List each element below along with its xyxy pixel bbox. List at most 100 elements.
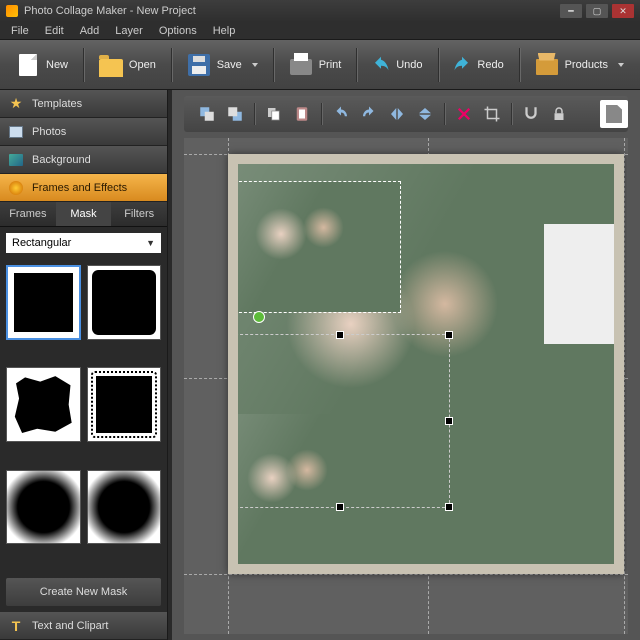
new-file-icon xyxy=(16,53,40,77)
paste-button[interactable] xyxy=(289,101,315,127)
chevron-down-icon: ▼ xyxy=(146,238,155,248)
mask-thumb[interactable] xyxy=(6,265,81,340)
new-label: New xyxy=(46,59,68,71)
canvas-toolbar xyxy=(184,96,628,132)
separator xyxy=(444,103,445,125)
main-area: ★ Templates Photos Background Frames and… xyxy=(0,90,640,640)
star-icon: ★ xyxy=(8,96,24,112)
redo-label: Redo xyxy=(477,59,503,71)
dropdown-value: Rectangular xyxy=(12,237,71,249)
photo-icon xyxy=(8,124,24,140)
box-icon xyxy=(535,53,559,77)
collage-photo[interactable] xyxy=(238,414,370,564)
undo-label: Undo xyxy=(396,59,422,71)
sidebar-item-photos[interactable]: Photos xyxy=(0,118,167,146)
minimize-button[interactable]: ━ xyxy=(560,4,582,18)
guide-line xyxy=(624,138,625,634)
undo-button[interactable]: Undo xyxy=(364,52,430,78)
printer-icon xyxy=(289,53,313,77)
background-label: Background xyxy=(32,154,91,166)
sidebar-item-background[interactable]: Background xyxy=(0,146,167,174)
sidebar-item-text-clipart[interactable]: T Text and Clipart xyxy=(0,612,167,640)
sidebar-item-templates[interactable]: ★ Templates xyxy=(0,90,167,118)
page-properties-button[interactable] xyxy=(600,100,628,128)
frames-effects-label: Frames and Effects xyxy=(32,182,127,194)
separator xyxy=(511,103,512,125)
sidebar: ★ Templates Photos Background Frames and… xyxy=(0,90,168,640)
open-button[interactable]: Open xyxy=(91,49,164,81)
frames-effects-panel: Frames Mask Filters Rectangular ▼ Create… xyxy=(0,202,167,612)
flip-vertical-button[interactable] xyxy=(412,101,438,127)
templates-label: Templates xyxy=(32,98,82,110)
canvas-area xyxy=(172,90,640,640)
flip-horizontal-button[interactable] xyxy=(384,101,410,127)
menu-help[interactable]: Help xyxy=(206,23,243,39)
copy-button[interactable] xyxy=(261,101,287,127)
collage-photo[interactable] xyxy=(238,182,400,312)
text-clipart-label: Text and Clipart xyxy=(32,620,108,632)
save-button[interactable]: Save xyxy=(179,49,266,81)
mask-shape-dropdown[interactable]: Rectangular ▼ xyxy=(6,233,161,253)
menu-options[interactable]: Options xyxy=(152,23,204,39)
crop-button[interactable] xyxy=(479,101,505,127)
accordion: ★ Templates Photos Background Frames and… xyxy=(0,90,167,202)
redo-arrow-icon xyxy=(453,56,471,74)
close-button[interactable]: ✕ xyxy=(612,4,634,18)
separator xyxy=(254,103,255,125)
guide-line xyxy=(184,574,628,575)
collage-background xyxy=(238,164,614,564)
separator xyxy=(519,48,520,82)
undo-arrow-icon xyxy=(372,56,390,74)
delete-button[interactable] xyxy=(451,101,477,127)
menu-edit[interactable]: Edit xyxy=(38,23,71,39)
rotate-right-button[interactable] xyxy=(356,101,382,127)
chevron-down-icon xyxy=(618,63,624,67)
mask-thumb[interactable] xyxy=(87,367,162,442)
window-controls: ━ ▢ ✕ xyxy=(560,4,634,18)
new-button[interactable]: New xyxy=(8,49,76,81)
lock-button[interactable] xyxy=(546,101,572,127)
send-back-button[interactable] xyxy=(222,101,248,127)
tab-mask[interactable]: Mask xyxy=(56,202,112,226)
bring-front-button[interactable] xyxy=(194,101,220,127)
open-label: Open xyxy=(129,59,156,71)
products-button[interactable]: Products xyxy=(527,49,632,81)
app-icon xyxy=(6,5,18,17)
print-button[interactable]: Print xyxy=(281,49,350,81)
floppy-disk-icon xyxy=(187,53,211,77)
menu-bar: File Edit Add Layer Options Help xyxy=(0,22,640,40)
menu-layer[interactable]: Layer xyxy=(108,23,150,39)
tab-frames[interactable]: Frames xyxy=(0,202,56,226)
separator xyxy=(438,48,439,82)
separator xyxy=(171,48,172,82)
menu-add[interactable]: Add xyxy=(73,23,107,39)
sidebar-item-frames-effects[interactable]: Frames and Effects xyxy=(0,174,167,202)
products-label: Products xyxy=(565,59,608,71)
separator xyxy=(273,48,274,82)
collage-photo[interactable] xyxy=(544,224,614,344)
canvas-viewport[interactable] xyxy=(184,138,628,634)
background-icon xyxy=(8,152,24,168)
rotate-left-button[interactable] xyxy=(328,101,354,127)
mask-thumb[interactable] xyxy=(87,265,162,340)
create-new-mask-button[interactable]: Create New Mask xyxy=(6,578,161,606)
text-icon: T xyxy=(8,618,24,634)
snap-button[interactable] xyxy=(518,101,544,127)
separator xyxy=(356,48,357,82)
mask-thumb[interactable] xyxy=(6,470,81,545)
save-label: Save xyxy=(217,59,242,71)
mask-thumbnails xyxy=(0,259,167,572)
subtabs: Frames Mask Filters xyxy=(0,202,167,227)
main-toolbar: New Open Save Print Undo Redo Products xyxy=(0,40,640,90)
maximize-button[interactable]: ▢ xyxy=(586,4,608,18)
tab-filters[interactable]: Filters xyxy=(111,202,167,226)
title-bar: Photo Collage Maker - New Project ━ ▢ ✕ xyxy=(0,0,640,22)
menu-file[interactable]: File xyxy=(4,23,36,39)
separator xyxy=(83,48,84,82)
separator xyxy=(321,103,322,125)
redo-button[interactable]: Redo xyxy=(445,52,511,78)
mask-thumb[interactable] xyxy=(6,367,81,442)
window-title: Photo Collage Maker - New Project xyxy=(24,5,560,17)
mask-thumb[interactable] xyxy=(87,470,162,545)
collage-page[interactable] xyxy=(228,154,624,574)
